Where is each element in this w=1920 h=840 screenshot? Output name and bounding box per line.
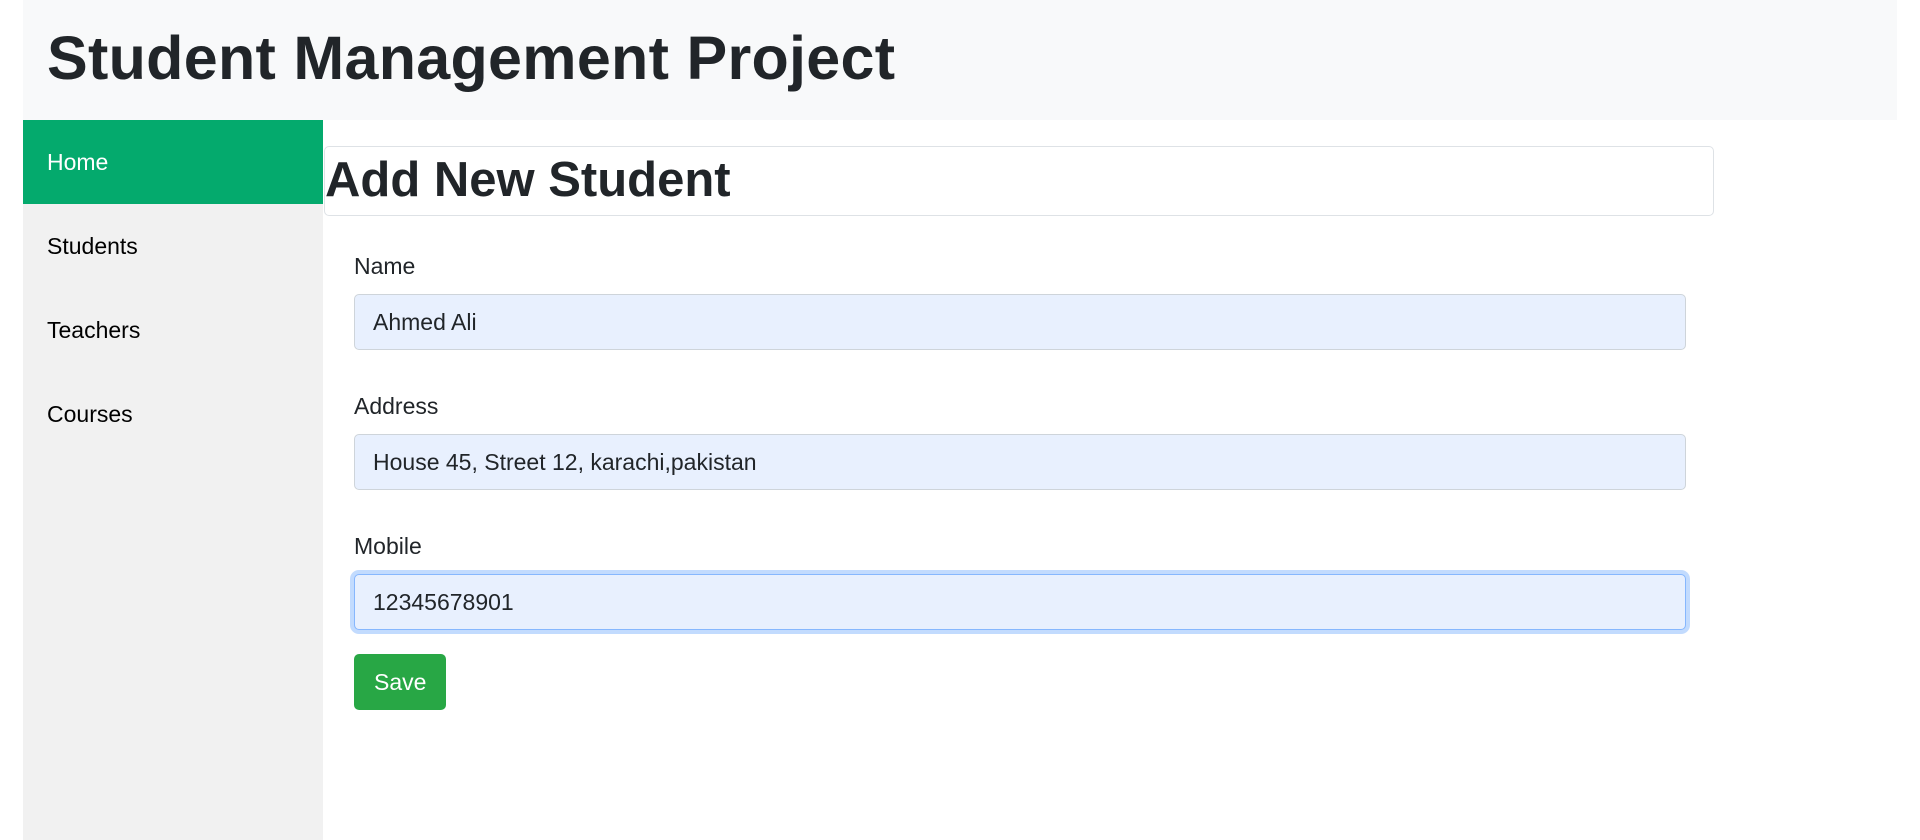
header: Student Management Project — [23, 0, 1897, 120]
save-button[interactable]: Save — [354, 654, 447, 710]
mobile-input[interactable] — [354, 574, 1686, 630]
page-title-box: Add New Student — [324, 146, 1714, 216]
main-content: Add New Student Name Address Mobile Save — [323, 120, 1723, 840]
sidebar-item-students[interactable]: Students — [23, 204, 323, 288]
sidebar: Home Students Teachers Courses — [23, 120, 323, 840]
sidebar-item-courses[interactable]: Courses — [23, 372, 323, 456]
sidebar-item-home[interactable]: Home — [23, 120, 323, 204]
app: Student Management Project Home Students… — [23, 0, 1897, 840]
app-title: Student Management Project — [47, 24, 896, 92]
address-input[interactable] — [354, 434, 1686, 490]
sidebar-item-teachers[interactable]: Teachers — [23, 288, 323, 372]
name-label: Name — [354, 253, 416, 279]
page-title: Add New Student — [325, 153, 731, 207]
mobile-label: Mobile — [354, 533, 422, 559]
add-student-form: Name Address Mobile Save — [354, 250, 1686, 710]
name-input[interactable] — [354, 294, 1686, 350]
address-label: Address — [354, 393, 439, 419]
